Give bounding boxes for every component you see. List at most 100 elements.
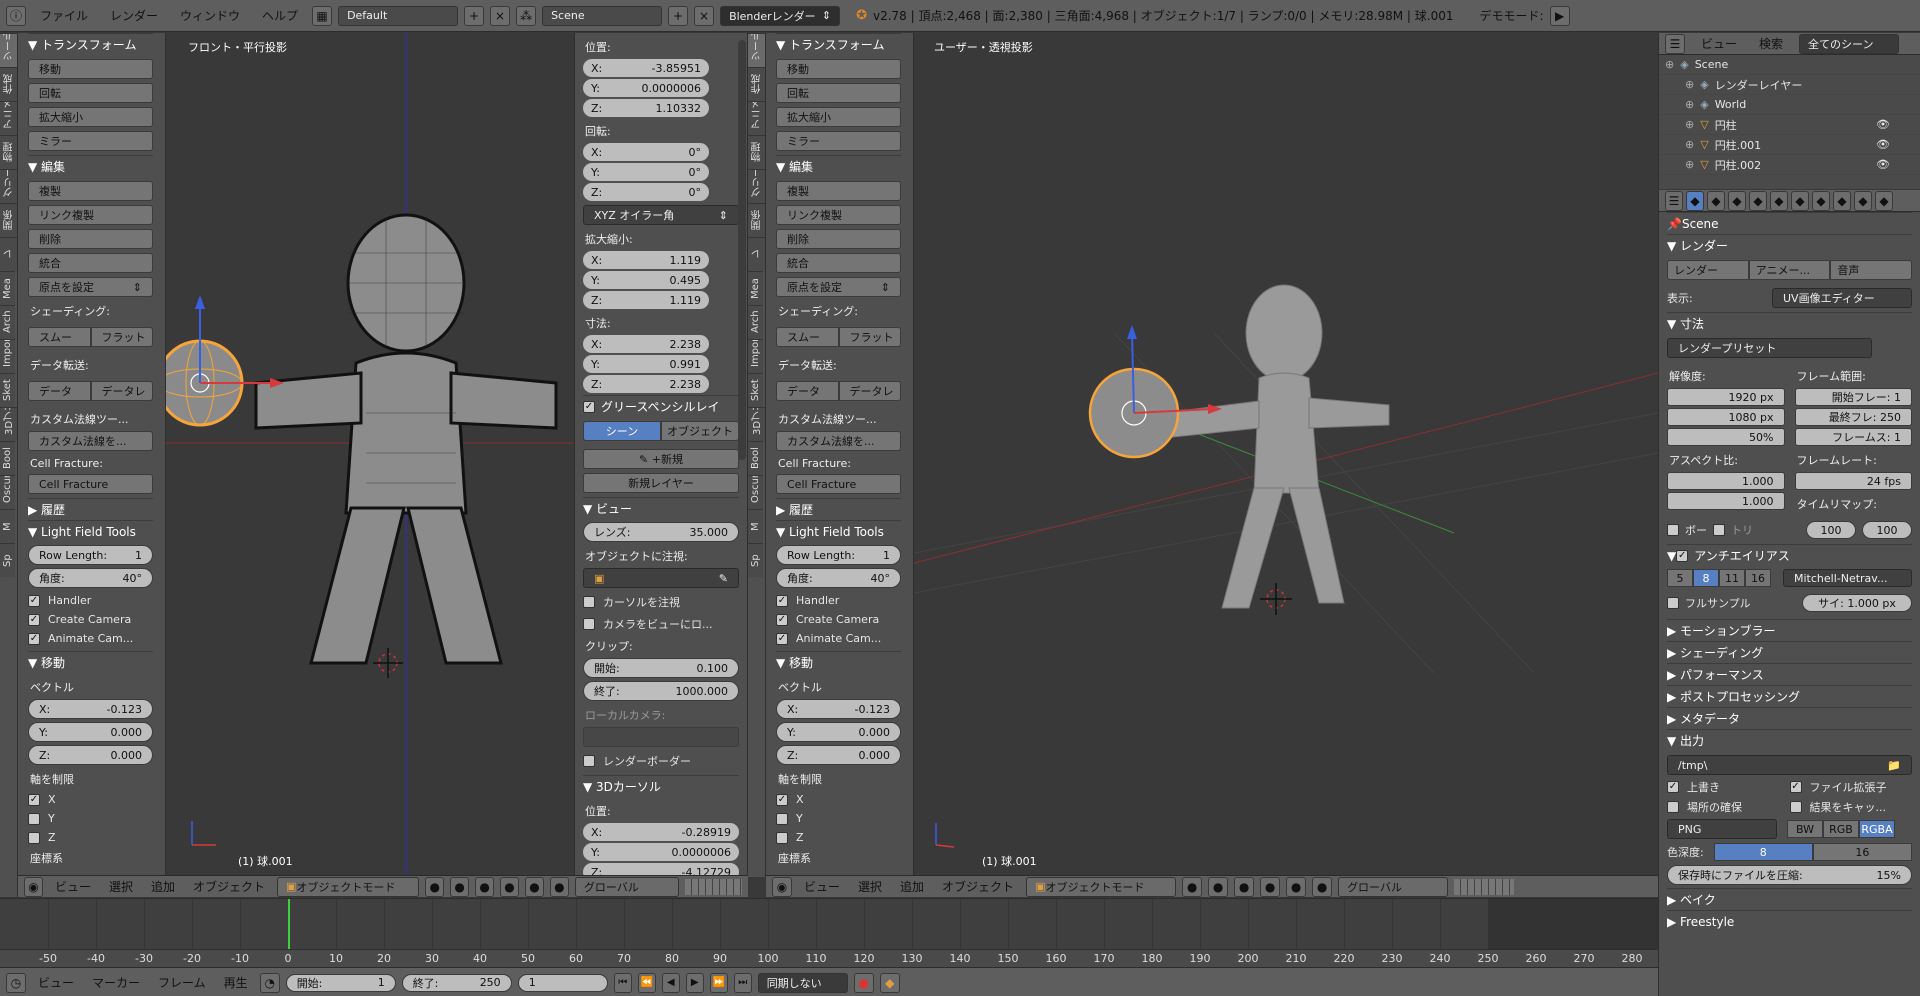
tool-tab[interactable]: Mea [748,271,763,305]
join-button[interactable]: 統合 [776,253,901,273]
outliner-editor-icon[interactable]: ☰ [1665,33,1685,54]
tool-tab[interactable]: Oscura [748,475,763,509]
lens-field[interactable]: レンズ: 35.000 [583,522,739,542]
properties-editor-icon[interactable]: ☰ [1665,190,1683,211]
checkbox-icon[interactable]: ✓ [583,400,595,413]
crop-checkbox[interactable] [1713,524,1725,536]
manipulator-icon[interactable]: ● [475,876,495,897]
orientation-select[interactable]: グローバル [574,876,680,897]
display-select[interactable]: UV画像エディター [1772,288,1912,308]
eye-icon[interactable]: 👁 [1876,118,1890,131]
transform-panel-header[interactable]: ▼ トランスフォーム [776,33,901,55]
constraint-z-checkbox[interactable]: Z [28,831,153,844]
rotation-mode-select[interactable]: XYZ オイラー角 ⇕ [583,205,739,225]
timeline-editor[interactable]: -50 -40 -30 -20 -10 0 10 20 30 40 50 60 70 80 90 100 110… [0,898,1658,996]
grease-pencil-header[interactable]: ✓ グリースペンシルレイ [583,395,739,417]
aspect-y-field[interactable]: 1.000 [1667,492,1785,510]
tool-tab[interactable]: Import [0,339,15,373]
vector-z-field[interactable]: Z: 0.000 [28,745,153,765]
frame-start-field[interactable]: 開始フレー: 1 [1794,388,1912,406]
timeline-menu-item[interactable]: ビュー [32,974,80,991]
custom-normal-button[interactable]: カスタム法線を... [28,431,153,451]
scene-source-button[interactable]: シーン [583,421,661,441]
aa-sample-button[interactable]: 8 [1693,569,1719,587]
remove-scene-icon[interactable]: × [694,5,715,26]
mirror-button[interactable]: ミラー [776,131,901,151]
viewport-menu-item[interactable]: 追加 [145,878,181,895]
constraint-x-checkbox[interactable]: ✓ X [28,793,153,806]
cell-fracture-button[interactable]: Cell Fracture [28,474,153,494]
row-length-field[interactable]: Row Length: 1 [776,545,901,565]
join-button[interactable]: 統合 [28,253,153,273]
move-panel-header[interactable]: ▼ 移動 [28,651,153,673]
row-length-field[interactable]: Row Length: 1 [28,545,153,565]
edit-button[interactable]: 削除 [776,229,901,249]
view-panel-header[interactable]: ▼ ビュー [583,497,739,519]
eye-icon[interactable]: 👁 [1876,138,1890,151]
jump-start-icon[interactable]: ⏮ [613,972,632,993]
vector-y-field[interactable]: Y: 0.000 [776,722,901,742]
file-extensions-checkbox[interactable]: ✓ ファイル拡張子 [1789,779,1913,795]
resolution-x-field[interactable]: 1920 px [1667,388,1785,406]
lock-cursor-checkbox[interactable]: カーソルを注視 [583,594,739,610]
color-depth-button[interactable]: 8 [1713,843,1813,861]
compression-field[interactable]: 保存時にファイルを圧縮: 15% [1667,865,1912,885]
screen-layout-icon[interactable]: ▦ [312,5,333,26]
render-layers-tab-icon[interactable]: ◆ [1707,190,1725,211]
resolution-y-field[interactable]: 1080 px [1667,408,1785,426]
timeline-editor-icon[interactable]: ◷ [6,972,26,993]
pivot-icon[interactable]: ● [1208,876,1229,897]
render-action-button[interactable]: アニメー... [1748,260,1831,280]
freestyle-panel-header[interactable]: ▶ Freestyle [1667,910,1912,932]
rotation-field[interactable]: Y:0°🔓 [583,163,709,181]
data-transfer-button[interactable]: データ [776,381,839,401]
outliner-item[interactable]: ⊕ ◈ レンダーレイヤー [1659,75,1920,95]
texture-tab-icon[interactable]: ◆ [1875,190,1893,211]
edit-button[interactable]: リンク複製 [28,205,153,225]
light-field-tools-header[interactable]: ▼ Light Field Tools [28,520,153,542]
viewport-menu-item[interactable]: オブジェクト [187,878,271,895]
aa-sample-button[interactable]: 11 [1719,569,1745,587]
collapsed-panel-header[interactable]: ▶ パフォーマンス [1667,663,1912,685]
clip-start-field[interactable]: 開始: 0.100 [583,658,739,678]
transform-button[interactable]: 拡大縮小 [28,107,153,127]
editor-type-icon[interactable]: ◉ [772,876,792,897]
menu-render[interactable]: レンダー [102,7,166,24]
scale-field[interactable]: X:1.119🔓 [583,251,709,269]
folder-icon[interactable]: 📁 [1887,759,1901,772]
scene-field[interactable]: Scene [542,5,663,26]
object-source-button[interactable]: オブジェクト [661,421,739,441]
expand-icon[interactable]: ⊕ [1685,98,1694,111]
menu-help[interactable]: ヘルプ [254,7,306,24]
animate-camera-checkbox[interactable]: ✓ Animate Cam... [28,632,153,645]
timeline-menu-item[interactable]: マーカー [86,974,146,991]
location-field[interactable]: X:-3.85951🔓 [583,59,709,77]
viewport-shading-icon[interactable]: ● [1182,876,1203,897]
prev-key-icon[interactable]: ⏪ [637,972,656,993]
output-path-field[interactable]: /tmp\ 📁 [1667,755,1912,775]
eyedropper-icon[interactable]: ✎ [719,572,728,585]
viewport-menu-item[interactable]: ビュー [798,878,846,895]
new-layer-button[interactable]: 新規レイヤー [583,473,739,493]
scene-icon[interactable]: ⁂ [516,5,537,26]
collapsed-panel-header[interactable]: ▶ モーションブラー [1667,619,1912,641]
set-origin-dropdown[interactable]: 原点を設定 ⇕ [776,277,901,297]
tool-tab[interactable]: グリース [748,169,765,203]
viewport-menu-item[interactable]: 選択 [852,878,888,895]
editor-type-icon[interactable]: ◉ [24,876,43,897]
tool-tab[interactable]: Arch [748,305,763,339]
menu-window[interactable]: ウィンドウ [172,7,248,24]
tool-tab[interactable]: 作成 [748,67,765,101]
outliner-menu-item[interactable]: 検索 [1753,35,1789,52]
vector-y-field[interactable]: Y: 0.000 [28,722,153,742]
cursor-field[interactable]: X: -0.28919 [583,823,739,841]
dimension-field[interactable]: X: 2.238 [583,335,709,353]
tool-tab[interactable]: M [748,509,763,543]
frame-step-field[interactable]: フレームス: 1 [1794,428,1912,446]
tool-tab[interactable]: Mea [0,271,15,305]
constraints-tab-icon[interactable]: ◆ [1791,190,1809,211]
edit-panel-header[interactable]: ▼ 編集 [28,155,153,177]
pivot-icon[interactable]: ● [450,876,470,897]
transform-button[interactable]: 移動 [28,59,153,79]
start-frame-field[interactable]: 開始: 1 [285,973,396,992]
